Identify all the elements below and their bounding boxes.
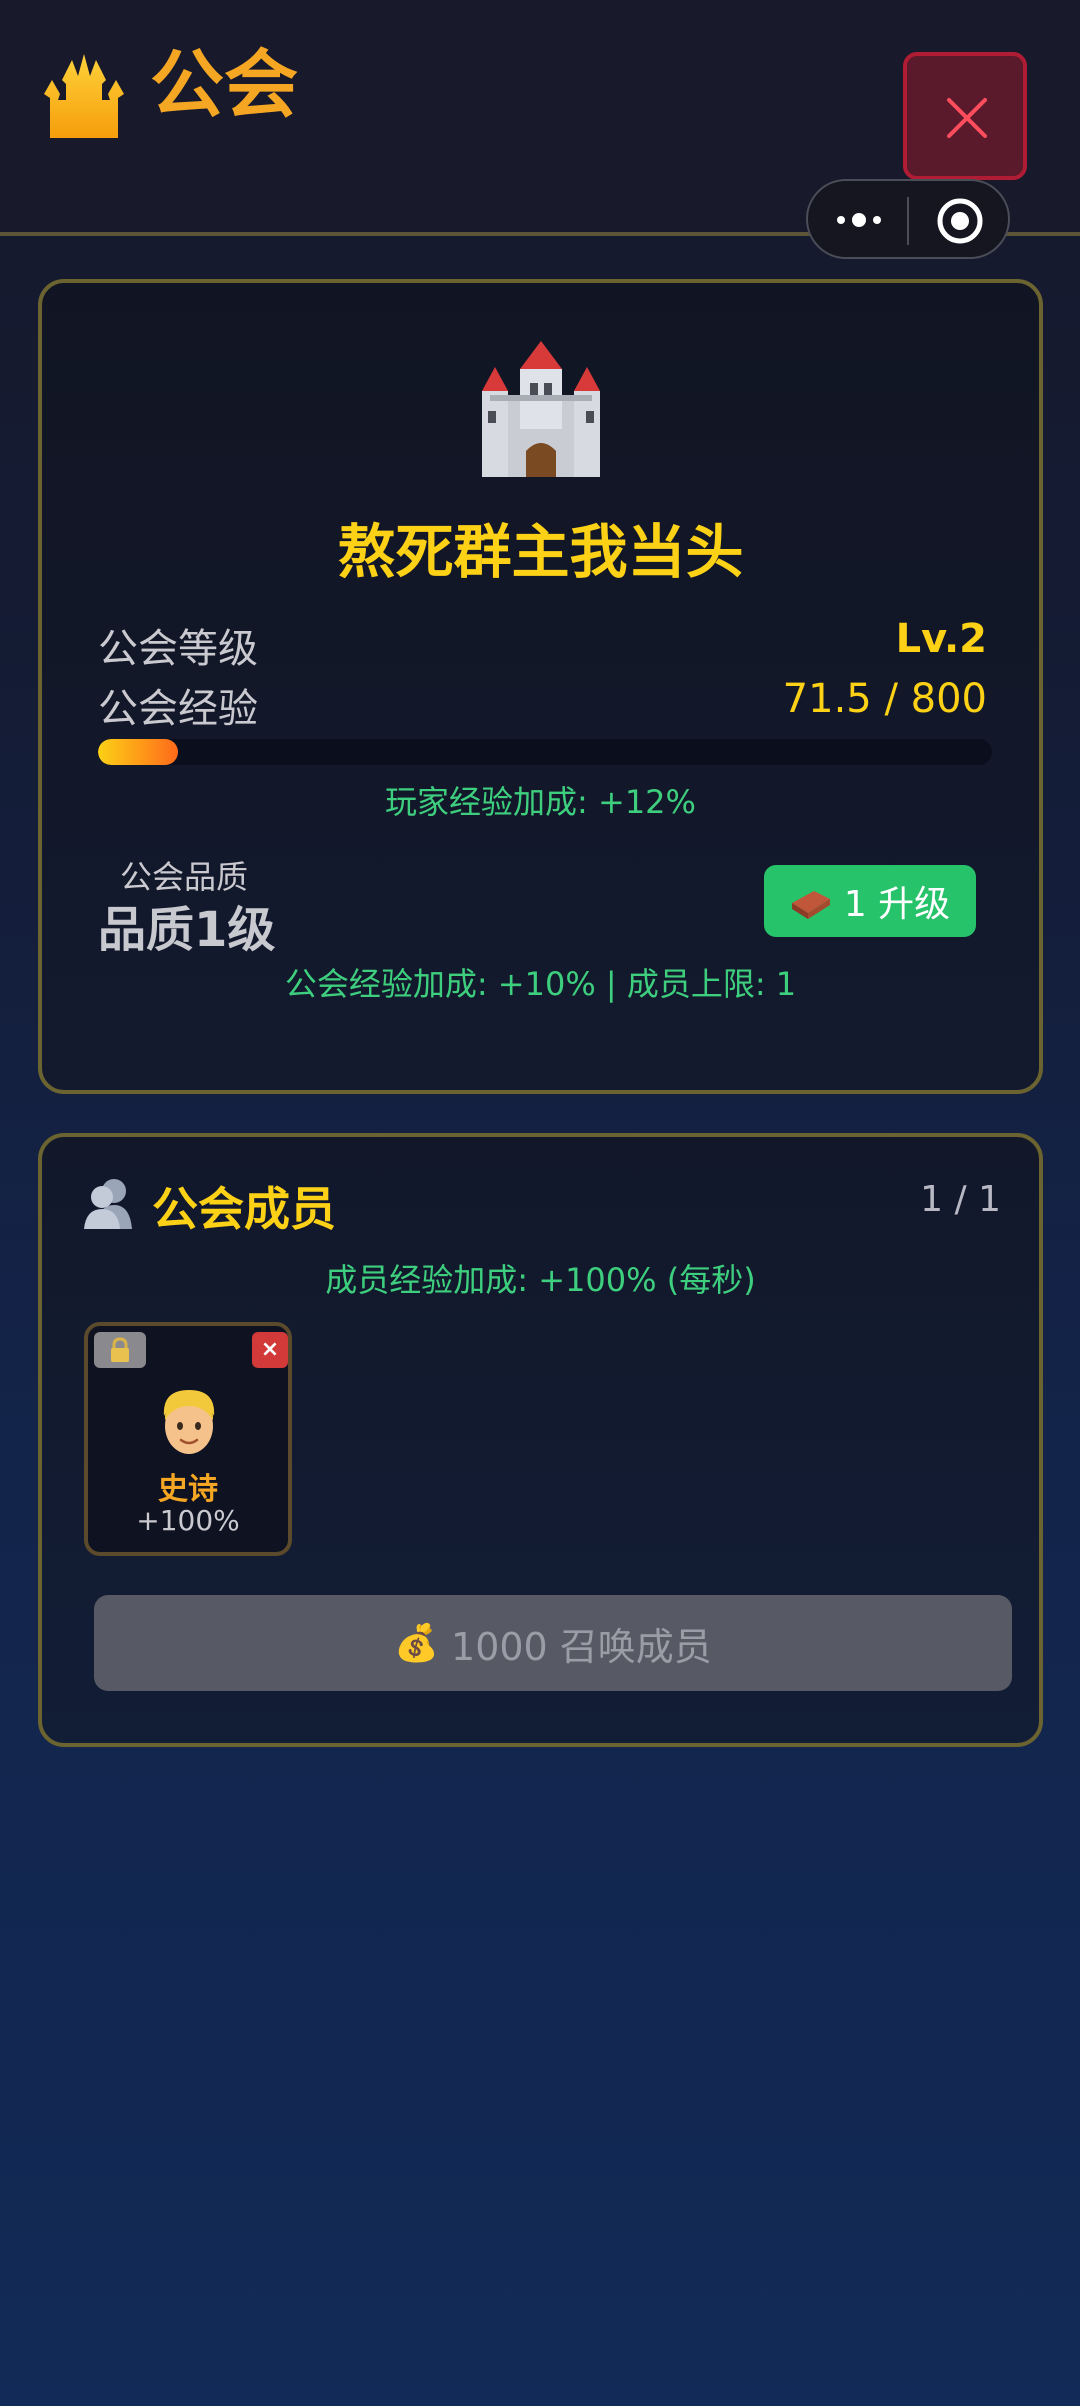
upgrade-label: 1 升级 (843, 884, 951, 925)
members-title: 公会成员 (152, 1182, 336, 1236)
lock-button[interactable] (94, 1332, 146, 1368)
members-icon (84, 1179, 132, 1229)
page-title: 公会 (150, 42, 298, 128)
close-button[interactable] (903, 52, 1027, 180)
member-card[interactable]: × 史诗 +100% (84, 1322, 292, 1556)
guild-exp-value: 71.5 / 800 (782, 676, 987, 722)
guild-exp-progress-bar (98, 739, 992, 765)
members-exp-bonus: 成员经验加成: +100% (每秒) (325, 1261, 756, 1299)
members-count: 1 / 1 (920, 1179, 1001, 1220)
guild-quality-value: 品质1级 (98, 902, 276, 958)
guild-level-label: 公会等级 (98, 626, 258, 672)
brick-icon (791, 891, 830, 919)
member-avatar-icon (163, 1390, 215, 1454)
guild-members-card: 公会成员 1 / 1 成员经验加成: +100% (每秒) × 史诗 +100%… (38, 1133, 1043, 1747)
guild-level-value: Lv.2 (895, 616, 987, 662)
member-rarity: 史诗 (158, 1472, 218, 1507)
player-exp-bonus: 玩家经验加成: +12% (385, 783, 696, 821)
guild-exp-progress-fill (98, 739, 178, 765)
mini-program-capsule (806, 179, 1010, 259)
guild-info-card: 熬死群主我当头 公会等级 Lv.2 公会经验 71.5 / 800 玩家经验加成… (38, 279, 1043, 1094)
crown-icon (44, 54, 124, 138)
target-icon[interactable] (936, 197, 984, 245)
close-icon (947, 98, 987, 138)
castle-icon (482, 341, 600, 477)
member-bonus: +100% (136, 1504, 240, 1537)
guild-exp-label: 公会经验 (98, 686, 258, 732)
lock-icon (111, 1337, 129, 1362)
money-bag-icon: 💰 (394, 1623, 440, 1664)
remove-member-button[interactable]: × (252, 1332, 288, 1368)
summon-label: 1000 召唤成员 (451, 1624, 712, 1669)
capsule-divider (907, 197, 909, 245)
more-dots-icon[interactable] (836, 211, 882, 229)
guild-name: 熬死群主我当头 (337, 518, 744, 586)
guild-exp-bonus: 公会经验加成: +10% | 成员上限: 1 (284, 965, 797, 1003)
upgrade-button[interactable]: 1 升级 (764, 865, 976, 937)
summon-member-button[interactable]: 💰 1000 召唤成员 (94, 1595, 1012, 1691)
